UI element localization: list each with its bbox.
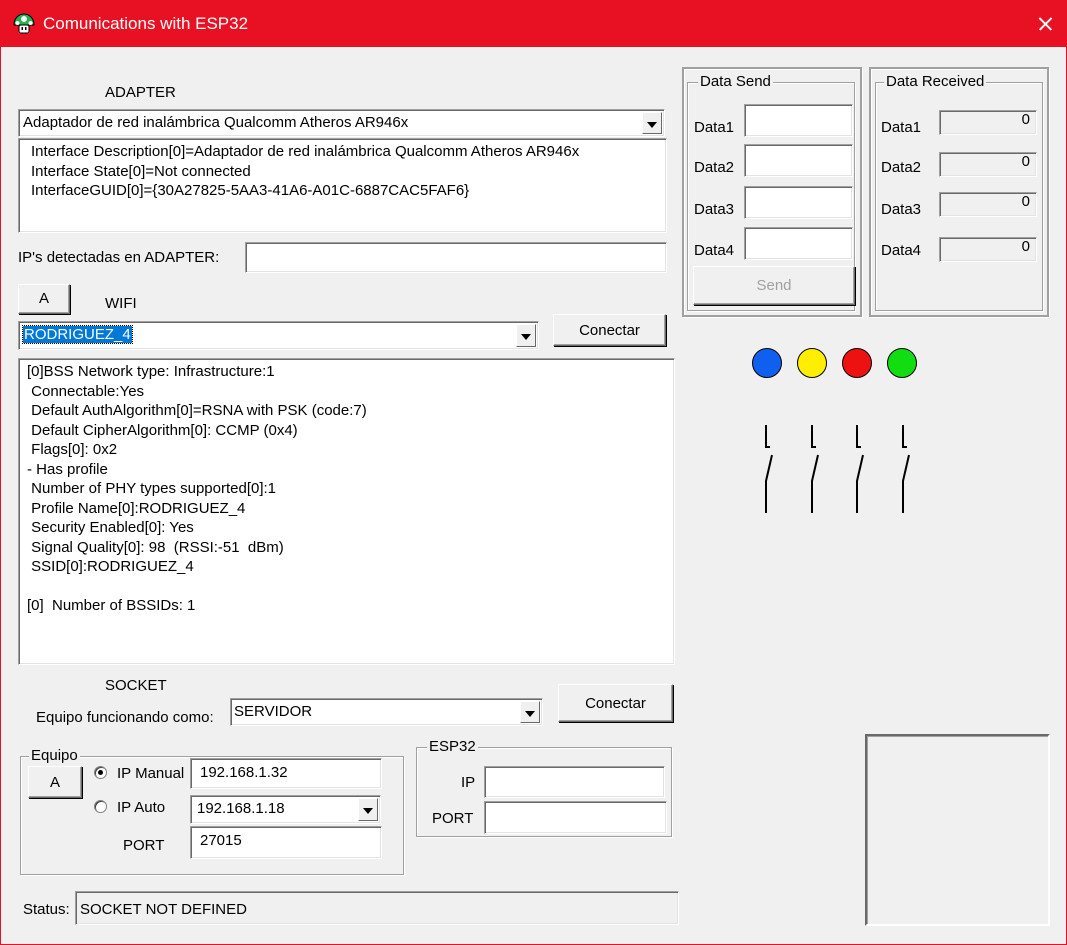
adapter-select-value: Adaptador de red inalámbrica Qualcomm At… bbox=[23, 114, 409, 131]
esp32-ip-label: IP bbox=[461, 774, 476, 791]
chevron-down-icon[interactable] bbox=[520, 701, 540, 723]
close-icon[interactable] bbox=[1022, 1, 1067, 47]
switch-icon[interactable] bbox=[847, 421, 867, 516]
chevron-down-icon[interactable] bbox=[358, 798, 378, 821]
chevron-down-icon[interactable] bbox=[516, 324, 536, 347]
mushroom-icon bbox=[13, 13, 35, 34]
wifi-network-select[interactable]: RODRIGUEZ_4 bbox=[18, 321, 539, 350]
socket-mode-select[interactable]: SERVIDOR bbox=[230, 698, 543, 726]
data-send-field-3[interactable] bbox=[744, 186, 853, 219]
data-send-field-2[interactable] bbox=[744, 144, 853, 177]
ip-auto-radio[interactable] bbox=[94, 800, 107, 813]
data-received-field-3: 0 bbox=[939, 192, 1037, 217]
wifi-info-text[interactable]: [0]BSS Network type: Infrastructure:1 Co… bbox=[18, 358, 675, 665]
data-received-field-2: 0 bbox=[939, 152, 1037, 177]
data-received-title: Data Received bbox=[884, 73, 987, 90]
window-title: Comunications with ESP32 bbox=[43, 14, 249, 33]
wifi-network-value: RODRIGUEZ_4 bbox=[22, 325, 133, 344]
adapter-select[interactable]: Adaptador de red inalámbrica Qualcomm At… bbox=[18, 109, 665, 137]
equipo-a-button[interactable]: A bbox=[28, 766, 82, 798]
esp32-ip-field[interactable] bbox=[484, 766, 665, 798]
data-send-label-1: Data1 bbox=[694, 119, 735, 136]
data-received-label-4: Data4 bbox=[881, 242, 922, 259]
wifi-connect-button[interactable]: Conectar bbox=[553, 314, 666, 346]
chevron-down-icon[interactable] bbox=[642, 112, 662, 134]
socket-mode-label: Equipo funcionando como: bbox=[36, 709, 214, 726]
data-send-field-1[interactable] bbox=[744, 104, 853, 137]
data-received-label-3: Data3 bbox=[881, 201, 922, 218]
socket-connect-button[interactable]: Conectar bbox=[558, 684, 673, 722]
red-led bbox=[842, 348, 872, 378]
data-received-field-1: 0 bbox=[939, 110, 1037, 135]
equipo-port-field[interactable]: 27015 bbox=[190, 826, 382, 859]
adapter-ips-field[interactable] bbox=[245, 242, 667, 273]
data-send-header-bar bbox=[694, 79, 854, 101]
main-window: Comunications with ESP32 ADAPTER Adaptad… bbox=[0, 0, 1067, 945]
ip-auto-select[interactable]: 192.168.1.18 bbox=[190, 795, 381, 824]
ip-manual-radio[interactable] bbox=[94, 766, 107, 779]
ip-auto-label: IP Auto bbox=[117, 799, 166, 816]
ip-auto-value: 192.168.1.18 bbox=[197, 800, 285, 817]
switch-icon[interactable] bbox=[893, 421, 913, 516]
socket-mode-value: SERVIDOR bbox=[234, 703, 313, 720]
equipo-group-title: Equipo bbox=[29, 747, 80, 764]
data-send-label-4: Data4 bbox=[694, 242, 735, 259]
ip-manual-label: IP Manual bbox=[117, 765, 185, 782]
adapter-ips-label: IP's detectadas en ADAPTER: bbox=[18, 249, 220, 266]
yellow-led bbox=[797, 348, 827, 378]
image-panel bbox=[865, 734, 1050, 926]
green-led bbox=[887, 348, 917, 378]
ip-manual-field[interactable]: 192.168.1.32 bbox=[190, 758, 382, 789]
esp32-port-field[interactable] bbox=[484, 801, 667, 834]
wifi-label: WIFI bbox=[105, 295, 137, 312]
data-received-label-2: Data2 bbox=[881, 159, 922, 176]
adapter-label: ADAPTER bbox=[105, 84, 176, 101]
esp32-port-label: PORT bbox=[432, 810, 474, 827]
data-send-label-3: Data3 bbox=[694, 201, 735, 218]
status-label: Status: bbox=[23, 901, 70, 918]
data-received-field-4: 0 bbox=[939, 237, 1037, 262]
data-send-field-4[interactable] bbox=[744, 227, 853, 260]
send-button[interactable]: Send bbox=[693, 266, 855, 305]
data-send-label-2: Data2 bbox=[694, 159, 735, 176]
switch-icon[interactable] bbox=[802, 421, 822, 516]
data-received-label-1: Data1 bbox=[881, 119, 922, 136]
title-bar: Comunications with ESP32 bbox=[1, 1, 1067, 47]
switch-icon[interactable] bbox=[756, 421, 776, 516]
adapter-info-text[interactable]: Interface Description[0]=Adaptador de re… bbox=[18, 138, 667, 233]
status-field: SOCKET NOT DEFINED bbox=[75, 891, 679, 925]
esp32-group-title: ESP32 bbox=[427, 738, 478, 755]
wifi-a-button[interactable]: A bbox=[18, 284, 70, 314]
blue-led bbox=[752, 348, 782, 378]
equipo-port-label: PORT bbox=[123, 837, 165, 854]
socket-label: SOCKET bbox=[105, 677, 167, 694]
